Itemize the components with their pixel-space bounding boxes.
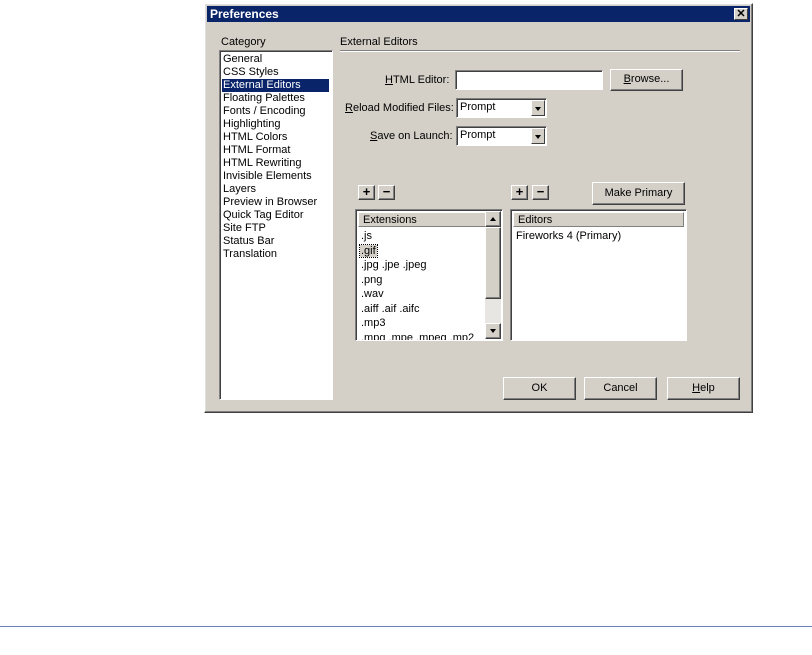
panel-title: External Editors: [340, 36, 418, 48]
help-accel: H: [692, 382, 701, 394]
preferences-dialog: Preferences ✕ Category General CSS Styles…: [204, 3, 753, 413]
browse-button[interactable]: Browse...: [610, 69, 683, 91]
extension-row[interactable]: .png: [361, 274, 382, 286]
make-primary-button[interactable]: Make Primary: [592, 182, 685, 205]
category-list[interactable]: General CSS Styles External Editors Floatin…: [219, 50, 333, 400]
remove-editor-button[interactable]: −: [532, 185, 549, 200]
category-item[interactable]: Preview in Browser: [222, 196, 318, 209]
category-item[interactable]: Translation: [222, 248, 278, 261]
minus-icon: −: [382, 184, 391, 199]
html-editor-input[interactable]: [455, 70, 603, 90]
save-value: Prompt: [460, 129, 496, 141]
chevron-down-icon: [535, 135, 541, 139]
extensions-list[interactable]: Extensions .js .gif .jpg .jpe .jpeg .png .wa…: [355, 209, 503, 341]
category-item[interactable]: Invisible Elements: [222, 170, 313, 183]
category-item[interactable]: Highlighting: [222, 118, 281, 131]
html-editor-label: HTML Editor:: [385, 74, 449, 86]
category-item[interactable]: Fonts / Encoding: [222, 105, 307, 118]
save-label-rest: ave on Launch:: [377, 130, 453, 142]
category-item[interactable]: HTML Rewriting: [222, 157, 302, 170]
reload-select[interactable]: Prompt: [456, 98, 547, 118]
category-item[interactable]: General: [222, 53, 263, 66]
add-extension-button[interactable]: +: [358, 185, 375, 200]
category-item[interactable]: External Editors: [222, 79, 329, 92]
editor-row[interactable]: Fireworks 4 (Primary): [516, 230, 621, 242]
save-label: Save on Launch:: [370, 130, 453, 142]
scroll-down-button[interactable]: [485, 323, 501, 339]
help-button[interactable]: Help: [667, 377, 740, 400]
page-rule: [0, 626, 812, 627]
category-item[interactable]: Floating Palettes: [222, 92, 306, 105]
help-label: elp: [700, 382, 715, 394]
minus-icon: −: [536, 184, 545, 199]
extension-row[interactable]: .mpg .mpe .mpeg .mp2: [361, 332, 474, 341]
reload-label: Reload Modified Files:: [345, 102, 454, 114]
remove-extension-button[interactable]: −: [378, 185, 395, 200]
ok-button[interactable]: OK: [503, 377, 576, 400]
extensions-scrollbar[interactable]: [485, 211, 501, 339]
extension-row[interactable]: .gif: [359, 243, 378, 258]
reload-label-rest: eload Modified Files:: [352, 102, 454, 114]
add-editor-button[interactable]: +: [511, 185, 528, 200]
extension-row[interactable]: .wav: [361, 288, 384, 300]
browse-accel: B: [623, 73, 631, 85]
extension-row[interactable]: .mp3: [361, 317, 385, 329]
save-select[interactable]: Prompt: [456, 126, 547, 146]
reload-value: Prompt: [460, 101, 496, 113]
panel-divider: [340, 50, 740, 52]
extensions-column-header[interactable]: Extensions: [358, 212, 486, 227]
editors-list[interactable]: Editors Fireworks 4 (Primary): [510, 209, 687, 341]
scroll-up-button[interactable]: [485, 211, 501, 227]
extension-row[interactable]: .js: [361, 230, 372, 242]
browse-label: rowse...: [630, 73, 670, 85]
chevron-down-icon: [490, 329, 496, 333]
category-header: Category: [221, 36, 266, 48]
category-item[interactable]: Status Bar: [222, 235, 275, 248]
plus-icon: +: [362, 184, 371, 199]
html-editor-label-accel: H: [385, 74, 393, 86]
cancel-button[interactable]: Cancel: [584, 377, 657, 400]
category-item[interactable]: Quick Tag Editor: [222, 209, 305, 222]
extension-row[interactable]: .jpg .jpe .jpeg: [361, 259, 426, 271]
reload-dropdown-button[interactable]: [531, 100, 545, 116]
save-dropdown-button[interactable]: [531, 128, 545, 144]
scroll-thumb[interactable]: [485, 227, 501, 299]
reload-label-accel: R: [345, 102, 353, 114]
html-editor-label-rest: TML Editor:: [392, 74, 450, 86]
category-item[interactable]: CSS Styles: [222, 66, 280, 79]
extension-row[interactable]: .aiff .aif .aifc: [361, 303, 420, 315]
editors-column-header[interactable]: Editors: [513, 212, 684, 227]
chevron-down-icon: [535, 107, 541, 111]
plus-icon: +: [515, 184, 524, 199]
category-item[interactable]: Site FTP: [222, 222, 267, 235]
title-bar[interactable]: Preferences ✕: [207, 6, 750, 22]
close-button[interactable]: ✕: [734, 8, 748, 20]
category-item[interactable]: HTML Colors: [222, 131, 288, 144]
window-title: Preferences: [210, 7, 279, 21]
category-item[interactable]: HTML Format: [222, 144, 291, 157]
close-icon: ✕: [736, 8, 746, 20]
category-item[interactable]: Layers: [222, 183, 257, 196]
chevron-up-icon: [490, 217, 496, 221]
